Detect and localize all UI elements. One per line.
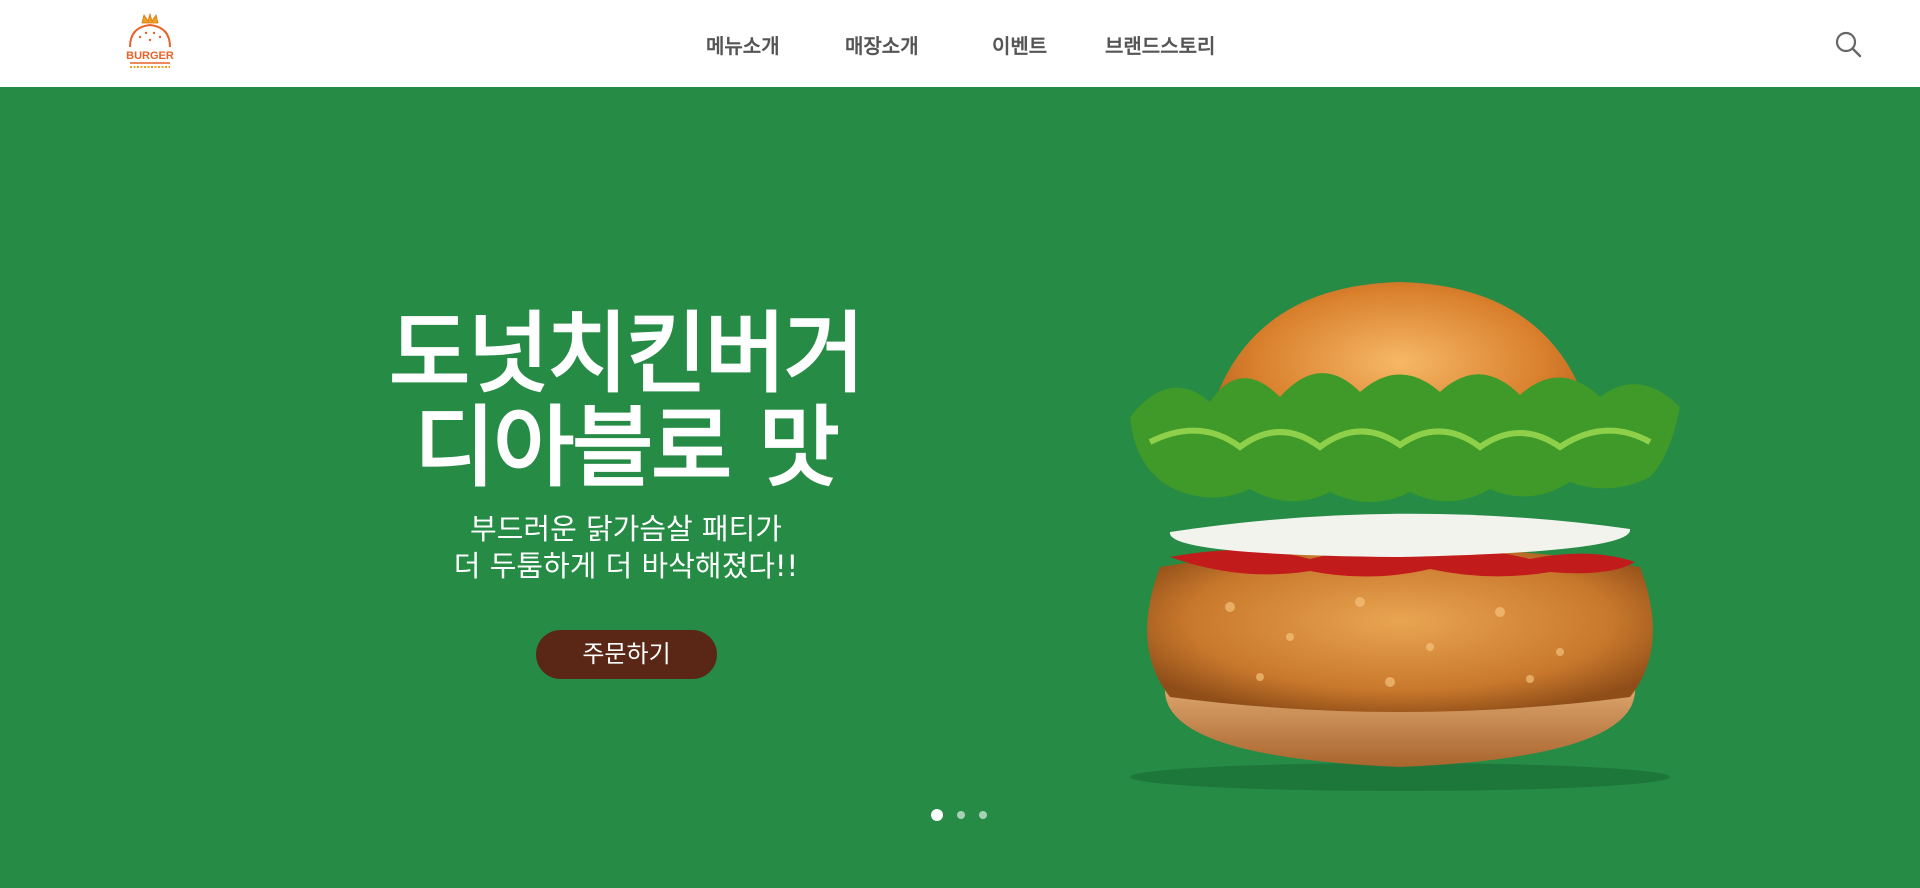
- hero-headline: 도넛치킨버거 디아블로 맛: [360, 307, 892, 495]
- chicken-burger-image: [1130, 282, 1680, 791]
- nav-menu[interactable]: 메뉴소개: [706, 30, 780, 59]
- carousel-dot-2[interactable]: [957, 811, 965, 819]
- order-button[interactable]: 주문하기: [536, 630, 717, 679]
- hero-banner: 도넛치킨버거 디아블로 맛 부드러운 닭가슴살 패티가 더 두툼하게 더 바삭해…: [0, 87, 1920, 888]
- carousel-dot-3[interactable]: [979, 811, 987, 819]
- hero-subcopy: 부드러운 닭가슴살 패티가 더 두툼하게 더 바삭해졌다!!: [360, 511, 892, 585]
- headline-line-2: 디아블로 맛: [414, 396, 839, 499]
- main-nav: 메뉴소개 매장소개 이벤트 브랜드스토리: [0, 0, 1920, 87]
- subcopy-line-2: 더 두툼하게 더 바삭해졌다!!: [453, 549, 799, 583]
- search-icon[interactable]: [1834, 30, 1862, 58]
- nav-events[interactable]: 이벤트: [992, 30, 1047, 59]
- nav-brand-story[interactable]: 브랜드스토리: [1105, 30, 1215, 59]
- headline-line-1: 도넛치킨버거: [389, 302, 865, 405]
- subcopy-line-1: 부드러운 닭가슴살 패티가: [470, 512, 782, 546]
- site-header: BURGER 메뉴소개 매장소개 이벤트 브랜드스토리: [0, 0, 1920, 87]
- carousel-dot-1[interactable]: [931, 809, 943, 821]
- nav-stores[interactable]: 매장소개: [845, 30, 919, 59]
